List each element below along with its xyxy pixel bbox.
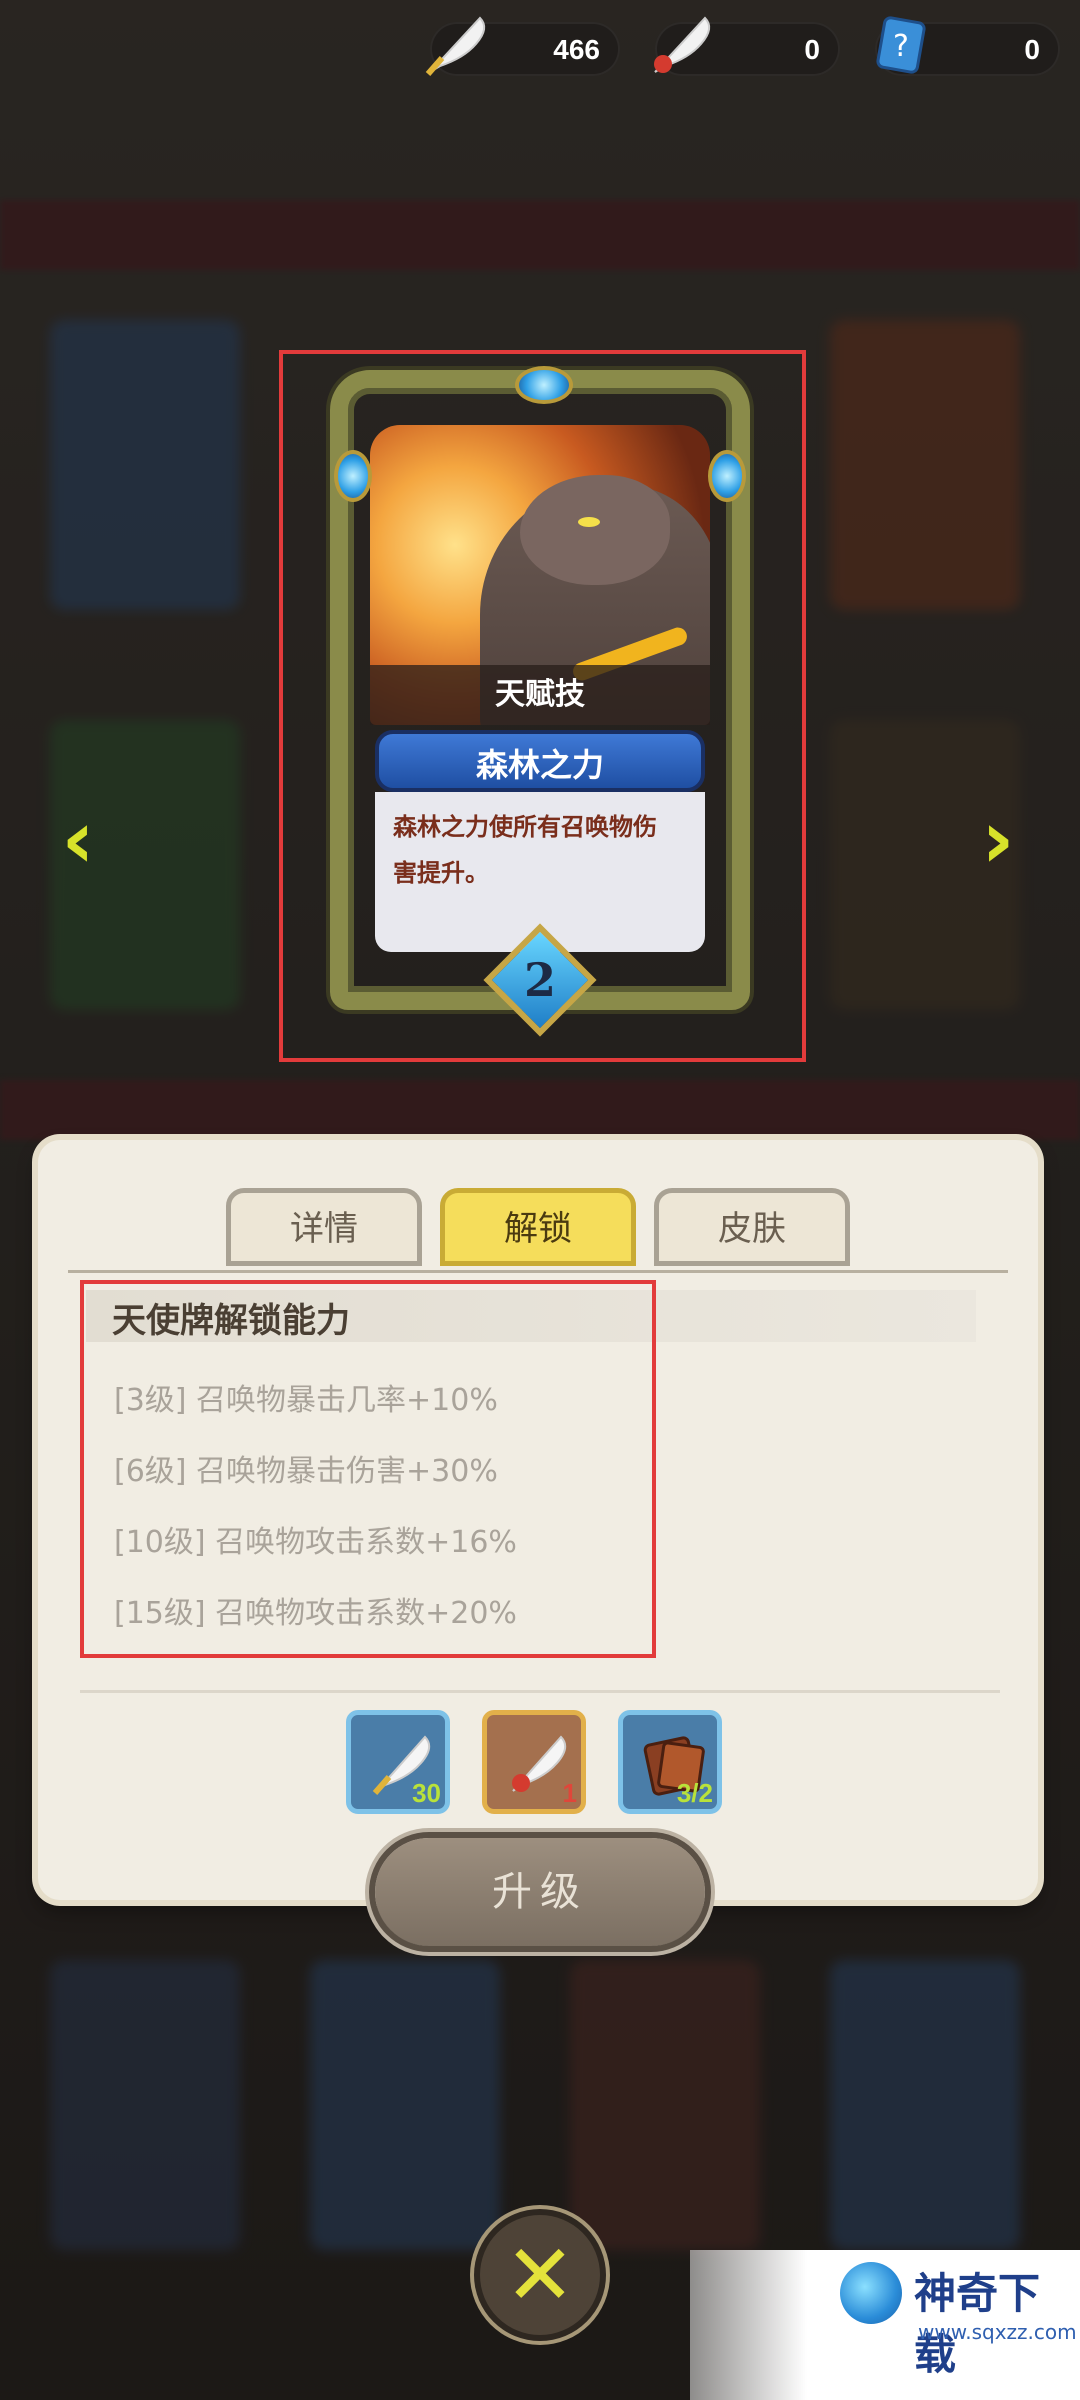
close-icon: ✕ bbox=[504, 2226, 576, 2324]
currency-mystery-card: ? 0 bbox=[875, 16, 1060, 76]
talent-label: 天赋技 bbox=[370, 665, 710, 725]
previous-card-arrow[interactable]: ‹ bbox=[48, 800, 108, 880]
close-button[interactable]: ✕ bbox=[480, 2215, 600, 2335]
mystery-card-icon: ? bbox=[876, 16, 926, 74]
currency-feather-red: 0 bbox=[654, 16, 840, 76]
gold-feather-icon bbox=[425, 16, 486, 76]
svg-text:?: ? bbox=[893, 29, 909, 64]
bear-head bbox=[520, 475, 670, 585]
next-card-arrow[interactable]: › bbox=[968, 800, 1028, 880]
gem-icon bbox=[334, 450, 372, 502]
skill-description-line: 森林之力使所有召唤物伤 bbox=[393, 813, 657, 841]
currency-amount: 0 bbox=[1024, 34, 1040, 65]
skill-card[interactable]: 天赋技 森林之力 森林之力使所有召唤物伤 害提升。 2 bbox=[330, 366, 750, 1037]
bear-eye bbox=[578, 517, 600, 527]
upgrade-button[interactable]: 升级 bbox=[375, 1838, 705, 1946]
tab-details[interactable]: 详情 bbox=[226, 1188, 422, 1266]
material-card-book[interactable]: 3/2 bbox=[618, 1710, 722, 1814]
skill-name: 森林之力 bbox=[375, 730, 705, 792]
material-feather-red[interactable]: 1 bbox=[482, 1710, 586, 1814]
tab-divider bbox=[68, 1270, 1008, 1273]
panel-divider bbox=[80, 1690, 1000, 1693]
currency-amount: 0 bbox=[804, 34, 820, 65]
red-feather-icon bbox=[654, 16, 711, 73]
currency-amount: 466 bbox=[553, 34, 600, 65]
gem-icon bbox=[708, 450, 746, 502]
material-qty: 30 bbox=[412, 1778, 441, 1808]
tab-skin[interactable]: 皮肤 bbox=[654, 1188, 850, 1266]
abilities-highlight-box bbox=[80, 1280, 656, 1658]
watermark-logo-icon bbox=[840, 2262, 902, 2324]
watermark-url: www.sqxzz.com bbox=[918, 2320, 1077, 2344]
material-qty: 3/2 bbox=[676, 1778, 713, 1808]
watermark: 神奇下载 www.sqxzz.com bbox=[690, 2250, 1080, 2400]
card-level: 2 bbox=[523, 953, 556, 1007]
tab-unlock[interactable]: 解锁 bbox=[440, 1188, 636, 1266]
material-qty: 1 bbox=[562, 1778, 577, 1808]
skill-description-line: 害提升。 bbox=[393, 859, 489, 887]
gem-icon bbox=[515, 366, 573, 404]
material-feather-gold[interactable]: 30 bbox=[346, 1710, 450, 1814]
currency-feather-gold: 466 bbox=[425, 16, 620, 76]
